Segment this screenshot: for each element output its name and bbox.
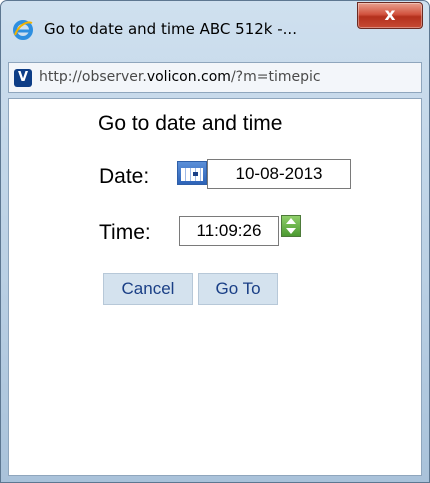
internet-explorer-icon	[13, 20, 33, 40]
title-bar[interactable]: Go to date and time ABC 512k -... x	[1, 1, 429, 55]
window-title: Go to date and time ABC 512k -...	[44, 20, 297, 38]
spinner-up-icon[interactable]	[286, 218, 296, 224]
calendar-icon[interactable]	[177, 161, 207, 185]
cancel-button[interactable]: Cancel	[103, 273, 193, 305]
go-to-button[interactable]: Go To	[198, 273, 278, 305]
url-prefix: http://observer.	[39, 69, 147, 85]
close-button[interactable]: x	[357, 2, 423, 29]
url-suffix: /?m=timepic	[230, 69, 321, 85]
date-input[interactable]: 10-08-2013	[207, 159, 351, 189]
volicon-favicon-icon: V	[14, 69, 32, 87]
popup-window: Go to date and time ABC 512k -... x V ht…	[0, 0, 430, 483]
url-domain: volicon.com	[146, 69, 231, 85]
time-spinner-icon[interactable]	[281, 215, 301, 237]
url-text: http://observer.volicon.com/?m=timepic	[39, 69, 321, 85]
time-label: Time:	[99, 221, 151, 244]
spinner-down-icon[interactable]	[286, 228, 296, 234]
dialog-heading: Go to date and time	[98, 112, 283, 135]
address-bar[interactable]: V http://observer.volicon.com/?m=timepic	[8, 62, 422, 93]
dialog-content: Go to date and time Date: 10-08-2013 Tim…	[8, 98, 422, 476]
date-label: Date:	[99, 165, 150, 188]
time-input[interactable]: 11:09:26	[179, 216, 279, 246]
